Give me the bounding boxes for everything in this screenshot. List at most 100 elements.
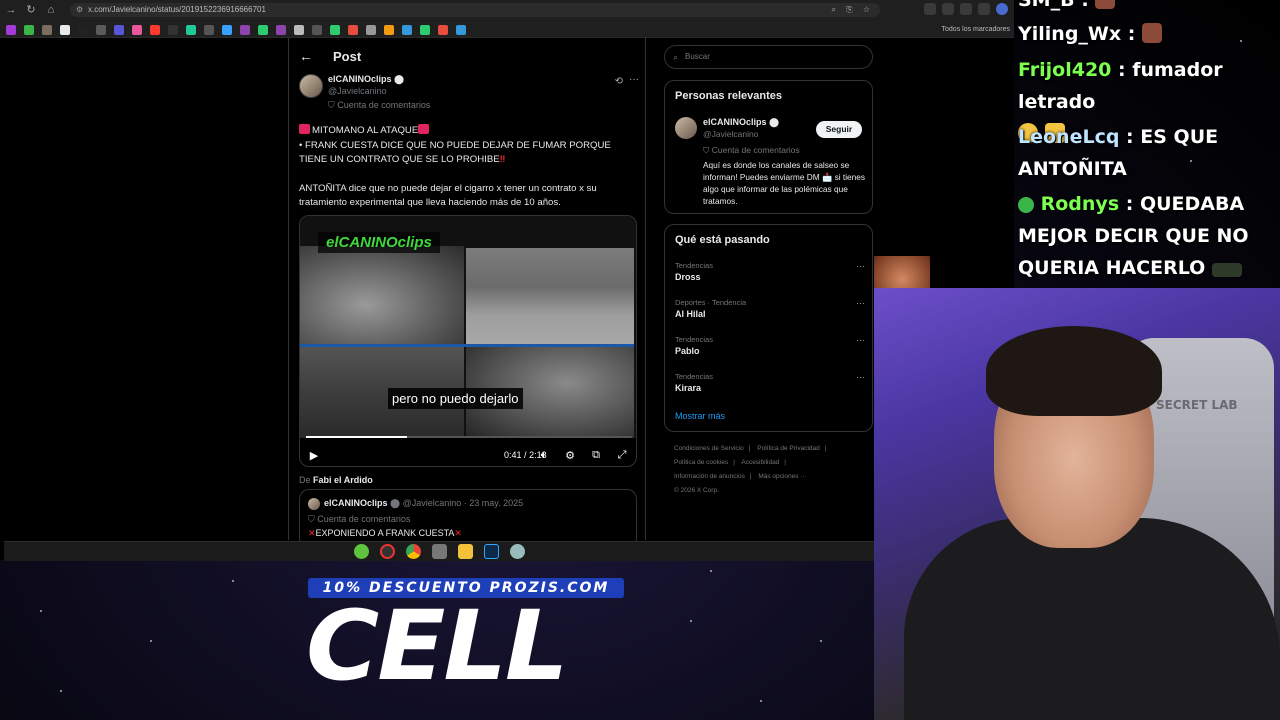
trend-item[interactable]: Tendencias Pablo ··· [675,335,865,365]
trend-item[interactable]: Tendencias Dross ··· [675,261,865,291]
webcam-feed: SECRET LAB [874,288,1280,720]
relevant-handle[interactable]: @Javielcanino [703,129,758,139]
bookmark-icon[interactable] [294,25,304,35]
reload-icon[interactable]: ↻ [22,1,40,19]
settings-gear-icon[interactable]: ⚙ [560,449,580,462]
search-input[interactable]: ⌕ Buscar [664,45,873,69]
bookmarks-folder[interactable]: Todos los marcadores [942,22,1010,38]
bookmark-icon[interactable] [60,25,70,35]
avatar[interactable] [675,117,697,139]
bookmark-icon[interactable] [186,25,196,35]
bookmark-icon[interactable] [456,25,466,35]
sponsor-logo: CELL [306,590,568,702]
app-icon[interactable] [509,544,525,559]
back-icon[interactable]: → [2,1,20,19]
trend-category: Tendencias [675,335,713,344]
video-progress-bar[interactable] [306,436,632,438]
extension-icon[interactable] [924,3,936,15]
chat-username: Frijol420 [1018,59,1112,81]
browser-toolbar: → ↻ ⌂ ⚙ x.com/Javielcanino/status/201915… [0,0,1014,38]
post-line: • FRANK CUESTA DICE QUE NO PUEDE DEJAR D… [299,139,611,166]
chat-message: Rodnys : QUEDABA MEJOR DECIR QUE NO QUER… [1018,193,1249,279]
bookmark-icon[interactable] [312,25,322,35]
bookmark-icon[interactable] [222,25,232,35]
chat-emote-icon [1095,0,1116,9]
account-label: ⛉ Cuenta de comentarios [308,514,411,524]
bookmark-icon[interactable] [348,25,358,35]
bookmark-icon[interactable] [96,25,106,35]
bookmark-icon[interactable] [420,25,430,35]
volume-icon[interactable]: 🔈︎ [534,449,554,462]
app-icon[interactable] [431,544,447,559]
footer-link[interactable]: Más opciones ··· [758,473,806,480]
home-icon[interactable]: ⌂ [42,1,60,19]
picture-in-picture-icon[interactable]: ⧉ [586,449,606,462]
app-icon[interactable] [379,544,395,559]
footer-link[interactable]: Política de Privacidad [757,445,820,452]
avatar[interactable] [299,74,323,98]
user-badge-icon [1018,197,1034,213]
bookmark-icon[interactable] [276,25,286,35]
extension-icon[interactable] [978,3,990,15]
bookmark-icon[interactable] [150,25,160,35]
author-name[interactable]: elCANINOclips ⬤ [328,74,404,85]
play-icon[interactable]: ▶ [304,449,324,462]
bookmark-icon[interactable] [24,25,34,35]
extension-icon[interactable] [960,3,972,15]
bookmark-icon[interactable] [330,25,340,35]
bookmark-icon[interactable] [384,25,394,35]
bookmark-icon[interactable] [258,25,268,35]
bookmark-icon[interactable] [168,25,178,35]
footer-links: Condiciones de Servicio | Política de Pri… [674,445,827,494]
bookmark-icon[interactable] [42,25,52,35]
chat-username: SM_B [1018,0,1075,11]
footer-link[interactable]: Condiciones de Servicio [674,445,744,452]
bookmark-icon[interactable] [6,25,16,35]
show-more-link[interactable]: Mostrar más [675,411,725,421]
video-player[interactable]: elCANINOclips pero no puedo dejarlo ▶ 0:… [299,215,637,467]
footer-link[interactable]: Política de cookies [674,459,728,466]
follow-button[interactable]: Seguir [816,121,862,138]
chrome-icon[interactable] [405,544,421,559]
more-options-icon[interactable]: ··· [856,298,865,308]
footer-link[interactable]: Accesibilidad [741,459,779,466]
grok-icon[interactable]: ⟲ [615,76,623,87]
fullscreen-icon[interactable]: ⤢ [612,449,632,462]
post-paragraph: ANTOÑITA dice que no puede dejar el ciga… [299,182,597,209]
address-bar[interactable]: ⚙ x.com/Javielcanino/status/201915223691… [70,3,880,17]
bookmark-icon[interactable] [438,25,448,35]
extension-icon[interactable] [942,3,954,15]
address-bar-actions[interactable]: ⌕ ⎘ ☆ [832,3,875,17]
video-subtitle: pero no puedo dejarlo [388,388,523,409]
bookmark-icon[interactable] [366,25,376,35]
bookmark-icon[interactable] [132,25,142,35]
x-post-page: ← Post elCANINOclips ⬤ @Javielcanino ⛉ C… [0,38,1014,549]
account-label: ⛉ Cuenta de comentarios [703,145,800,155]
trend-name: Dross [675,272,701,282]
more-options-icon[interactable]: ··· [856,372,865,382]
chat-message: SM_B : [1018,0,1280,16]
relevant-name[interactable]: elCANINOclips ⬤ [703,117,779,128]
copyright: © 2026 X Corp. [674,487,719,494]
bookmark-icon[interactable] [204,25,214,35]
bookmark-icon[interactable] [114,25,124,35]
more-options-icon[interactable]: ··· [629,74,639,85]
footer-link[interactable]: Información de anuncios [674,473,745,480]
profile-avatar-icon[interactable] [996,3,1008,15]
folder-icon[interactable] [457,544,473,559]
trend-item[interactable]: Tendencias Kirara ··· [675,372,865,402]
source-author-link[interactable]: Fabi el Ardido [313,475,373,485]
trend-item[interactable]: Deportes · Tendencia Al Hilal ··· [675,298,865,328]
quoted-post[interactable]: elCANINOclips ⬤ @Javielcanino · 23 may. … [299,489,637,549]
bookmark-icon[interactable] [402,25,412,35]
author-handle[interactable]: @Javielcanino [328,86,387,96]
video-frame[interactable]: elCANINOclips pero no puedo dejarlo [300,216,636,438]
more-options-icon[interactable]: ··· [856,335,865,345]
site-info-icon[interactable]: ⚙ [76,3,83,17]
app-icon[interactable] [353,544,369,559]
photoshop-icon[interactable] [483,544,499,559]
back-arrow-icon[interactable]: ← [299,48,319,64]
bookmark-icon[interactable] [78,25,88,35]
more-options-icon[interactable]: ··· [856,261,865,271]
bookmark-icon[interactable] [240,25,250,35]
